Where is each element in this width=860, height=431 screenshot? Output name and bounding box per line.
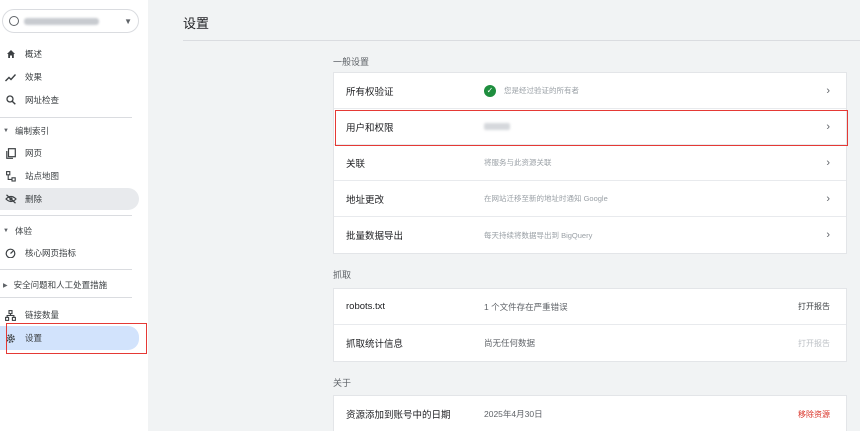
chevron-right-icon: ›	[826, 192, 830, 205]
section-security[interactable]: ▶ 安全问题和人工处置措施	[0, 279, 107, 291]
chevron-right-icon: ›	[826, 229, 830, 241]
group-label-general: 一般设置	[333, 57, 370, 67]
sidebar-item-label: 站点地图	[25, 171, 60, 181]
remove-property-button[interactable]: 移除资源	[798, 409, 830, 420]
trending-up-icon	[4, 73, 17, 82]
settings-row-associations[interactable]: 关联 将服务与此资源关联 ›	[334, 145, 846, 181]
sidebar-item-label: 网址检查	[25, 95, 60, 105]
row-label: 批量数据导出	[346, 231, 404, 242]
expand-triangle-icon: ▶	[3, 282, 8, 289]
links-tree-icon	[4, 309, 17, 321]
title-divider	[183, 40, 860, 41]
row-desc: 尚无任何数据	[484, 338, 536, 348]
row-label: 抓取统计信息	[346, 339, 404, 350]
row-desc: 将服务与此资源关联	[484, 158, 552, 167]
collapse-triangle-icon: ▼	[3, 228, 9, 234]
row-desc: 在网站迁移至新的地址时通知 Google	[484, 194, 608, 203]
row-desc: 2025年4月30日	[484, 409, 543, 419]
sidebar-divider	[0, 117, 132, 118]
sidebar-item-label: 概述	[25, 49, 43, 59]
about-card: 资源添加到账号中的日期 2025年4月30日 移除资源	[333, 395, 847, 431]
row-label: robots.txt	[346, 301, 386, 312]
sidebar: ▼ 概述 效果 网址检查 ▼ 编制索引 网页 站点地图 删除 ▼ 体验 核心网页…	[0, 0, 148, 431]
crawl-card: robots.txt 1 个文件存在严重错误 打开报告 抓取统计信息 尚无任何数…	[333, 288, 847, 362]
sidebar-divider	[0, 269, 132, 270]
sidebar-item-label: 网页	[25, 148, 43, 158]
sidebar-item-label: 核心网页指标	[25, 248, 77, 258]
row-desc: ✓ 您是经过验证的所有者	[484, 84, 579, 97]
section-experience[interactable]: ▼ 体验	[0, 225, 32, 237]
page-title: 设置	[183, 16, 210, 31]
sidebar-item-sitemaps[interactable]: 站点地图	[0, 165, 139, 187]
property-selector[interactable]: ▼	[2, 9, 139, 33]
highlight-box-settings	[6, 323, 147, 354]
sidebar-item-label: 链接数量	[25, 310, 60, 320]
open-report-button[interactable]: 打开报告	[798, 301, 830, 312]
section-indexing[interactable]: ▼ 编制索引	[0, 125, 49, 137]
chevron-right-icon: ›	[826, 84, 830, 97]
check-circle-icon: ✓	[484, 84, 496, 97]
crawl-row-robots: robots.txt 1 个文件存在严重错误 打开报告	[334, 289, 846, 325]
row-desc: 每天持续将数据导出到 BigQuery	[484, 230, 593, 240]
sidebar-divider	[0, 297, 132, 298]
sitemap-icon	[4, 170, 17, 182]
section-label: 体验	[14, 226, 32, 236]
collapse-triangle-icon: ▼	[3, 128, 9, 134]
open-report-button-disabled: 打开报告	[798, 338, 830, 348]
row-label: 地址更改	[346, 194, 385, 206]
gauge-icon	[4, 248, 17, 258]
sidebar-item-core-web-vitals[interactable]: 核心网页指标	[0, 242, 139, 264]
chevron-right-icon: ›	[826, 156, 830, 169]
crawl-row-stats: 抓取统计信息 尚无任何数据 打开报告	[334, 325, 846, 361]
row-label: 所有权验证	[346, 86, 394, 98]
sidebar-divider	[0, 215, 132, 216]
sidebar-item-performance[interactable]: 效果	[0, 66, 139, 88]
highlight-box-users-permissions	[335, 110, 848, 146]
home-icon	[4, 49, 17, 59]
chevron-down-icon: ▼	[124, 16, 132, 26]
general-settings-card: 所有权验证 ✓ 您是经过验证的所有者 › 用户和权限 › 关联 将服务与此资源关…	[333, 72, 847, 254]
sidebar-item-label: 删除	[25, 194, 43, 204]
globe-icon	[9, 16, 19, 26]
settings-row-ownership[interactable]: 所有权验证 ✓ 您是经过验证的所有者 ›	[334, 73, 846, 109]
search-icon	[4, 95, 17, 105]
section-label: 编制索引	[14, 126, 49, 136]
property-name-redacted	[24, 17, 99, 25]
section-label: 安全问题和人工处置措施	[13, 280, 108, 290]
group-label-crawl: 抓取	[333, 270, 352, 280]
row-label: 关联	[346, 158, 366, 170]
settings-row-bulk-export[interactable]: 批量数据导出 每天持续将数据导出到 BigQuery ›	[334, 217, 846, 253]
pages-icon	[4, 147, 17, 159]
settings-row-change-of-address[interactable]: 地址更改 在网站迁移至新的地址时通知 Google ›	[334, 181, 846, 217]
sidebar-item-label: 效果	[25, 72, 43, 82]
row-desc-text: 您是经过验证的所有者	[504, 86, 579, 95]
about-row-date-added: 资源添加到账号中的日期 2025年4月30日 移除资源	[334, 396, 846, 431]
group-label-about: 关于	[333, 378, 352, 388]
row-label: 资源添加到账号中的日期	[346, 410, 451, 421]
eye-off-icon	[4, 194, 17, 204]
sidebar-item-overview[interactable]: 概述	[0, 43, 139, 65]
row-desc: 1 个文件存在严重错误	[484, 301, 568, 312]
sidebar-item-removals[interactable]: 删除	[0, 188, 139, 210]
sidebar-item-pages[interactable]: 网页	[0, 142, 139, 164]
sidebar-item-url-inspection[interactable]: 网址检查	[0, 89, 139, 111]
